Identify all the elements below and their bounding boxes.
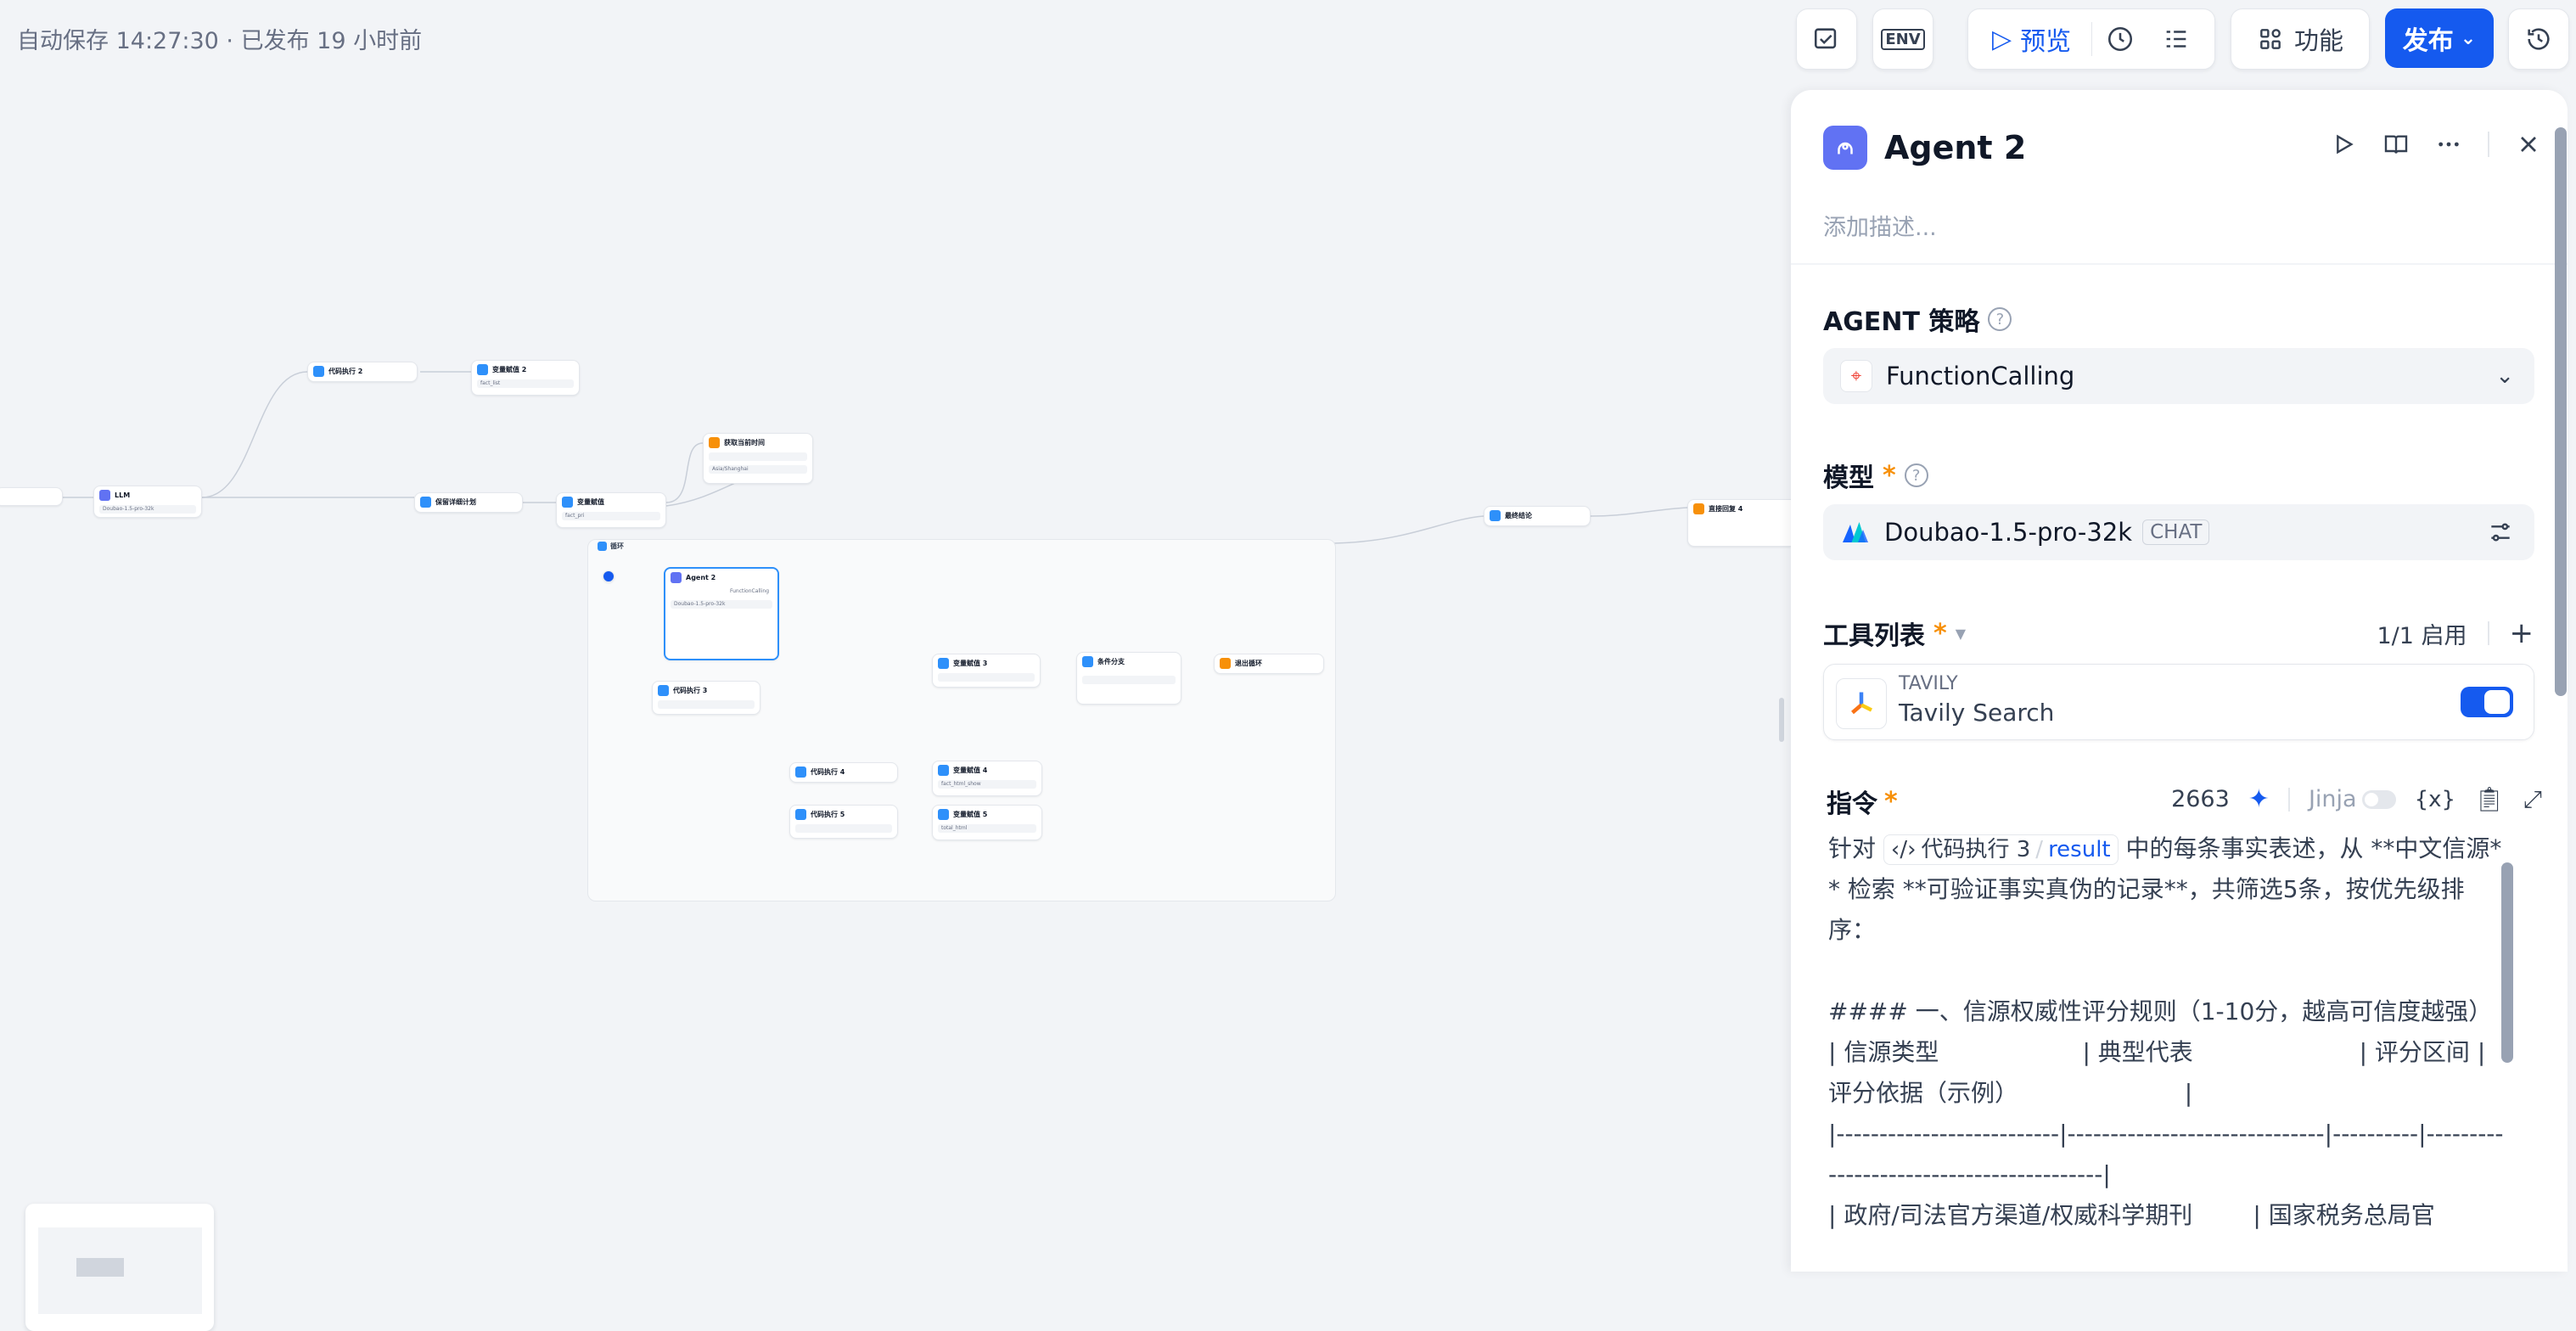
history-icon: [2528, 28, 2550, 50]
model-label: 模型 *?: [1823, 457, 1928, 494]
reply-icon: [1693, 503, 1704, 514]
code-node-5[interactable]: 代码执行 5: [789, 805, 898, 839]
current-time-node[interactable]: 获取当前时间 Asia/Shanghai: [703, 433, 813, 484]
add-tool-button[interactable]: +: [2510, 616, 2534, 650]
llm-icon: [99, 490, 110, 501]
tavily-logo-icon: [1836, 678, 1887, 729]
help-icon[interactable]: ?: [1988, 307, 2012, 331]
loop-label: 循环: [598, 542, 624, 551]
instruction-char-count: 2663: [2171, 786, 2230, 812]
assign-node-2[interactable]: 变量赋值 2 fact_list: [471, 360, 580, 396]
run-history-button[interactable]: [2092, 9, 2148, 69]
agent-2-node[interactable]: Agent 2 FunctionCalling Doubao-1.5-pro-3…: [664, 567, 779, 660]
env-icon: ENV: [1881, 28, 1925, 50]
code-icon: [420, 497, 431, 508]
clipboard-icon[interactable]: 📋︎: [2474, 785, 2505, 813]
help-icon[interactable]: ?: [1904, 463, 1928, 487]
detail-plan-node[interactable]: 保留详细计划: [414, 492, 523, 513]
variable-icon: [938, 658, 949, 669]
agent-icon: [1823, 126, 1867, 170]
code-node-2[interactable]: 代码执行 2: [307, 362, 418, 382]
exit-loop-node[interactable]: 退出循环: [1214, 654, 1324, 674]
assign-node-4[interactable]: 变量赋值 4 fact_html_show: [932, 761, 1042, 796]
checklist-list-button[interactable]: [2148, 9, 2204, 69]
workflow-canvas[interactable]: LLM Doubao-1.5-pro-32k 代码执行 2 变量赋值 2 fac…: [0, 76, 1791, 1331]
variable-icon: [477, 364, 488, 375]
clock-play-icon: [2108, 26, 2133, 52]
llm-node[interactable]: LLM Doubao-1.5-pro-32k: [93, 486, 202, 518]
env-button[interactable]: ENV: [1872, 8, 1933, 70]
play-icon: ▷: [1992, 24, 2012, 54]
doubao-logo-icon: [1843, 522, 1868, 542]
chevron-down-icon: ⌄: [2460, 27, 2477, 49]
variable-reference[interactable]: ‹/› 代码执行 3/result: [1883, 834, 2119, 865]
agent-icon: [671, 572, 682, 583]
panel-title[interactable]: Agent 2: [1884, 129, 2026, 166]
tool-icon: [709, 437, 720, 448]
more-icon[interactable]: [2435, 131, 2462, 158]
insert-variable-icon[interactable]: {x}: [2415, 787, 2455, 812]
model-select[interactable]: Doubao-1.5-pro-32k CHAT: [1823, 504, 2534, 560]
sparkle-icon[interactable]: ✦: [2248, 784, 2270, 814]
panel-scrollbar[interactable]: [2555, 127, 2567, 696]
function-calling-icon: ⌖: [1840, 360, 1872, 392]
run-node-icon[interactable]: [2330, 131, 2357, 158]
editor-scrollbar[interactable]: [2501, 862, 2513, 1063]
direct-reply-node-4[interactable]: 直接回复 4: [1687, 499, 1791, 547]
checklist-button[interactable]: [1796, 8, 1857, 70]
version-history-button[interactable]: [2508, 8, 2569, 70]
assign-node-3[interactable]: 变量赋值 3: [932, 654, 1041, 688]
checklist-icon: [1814, 28, 1837, 49]
model-mode-badge: CHAT: [2142, 519, 2210, 545]
start-node-fragment[interactable]: [0, 487, 63, 506]
description-input[interactable]: 添加描述...: [1823, 209, 1937, 242]
close-icon[interactable]: [2515, 131, 2542, 158]
caret-down-icon: ▼: [1955, 625, 1967, 642]
feature-button[interactable]: 功能: [2231, 8, 2370, 70]
chevron-down-icon: ⌄: [2495, 363, 2514, 389]
panel-resize-handle[interactable]: [1779, 698, 1784, 742]
assign-node-5[interactable]: 变量赋值 5 total_html: [932, 805, 1042, 840]
code-icon: ‹/›: [1890, 837, 1917, 862]
code-node-4[interactable]: 代码执行 4: [789, 762, 898, 783]
canvas-minimap[interactable]: [25, 1204, 214, 1331]
branch-icon: [1082, 656, 1093, 667]
code-icon: [658, 685, 669, 696]
variable-icon: [938, 765, 949, 776]
code-icon: [795, 809, 806, 820]
condition-node[interactable]: 条件分支: [1076, 652, 1181, 705]
tool-enable-toggle[interactable]: [2461, 687, 2513, 717]
strategy-label: AGENT 策略?: [1823, 300, 2012, 338]
code-icon: [313, 366, 324, 377]
variable-icon: [938, 809, 949, 820]
preview-group: ▷ 预览: [1967, 8, 2215, 70]
preview-button[interactable]: ▷ 预览: [1968, 9, 2091, 69]
code-icon: [1490, 510, 1501, 521]
autosave-status: 自动保存 14:27:30 · 已发布 19 小时前: [17, 28, 423, 54]
final-conclusion-node[interactable]: 最终结论: [1484, 506, 1591, 526]
node-config-panel: Agent 2 添加描述... AGENT 策略? ⌖ FunctionCall…: [1791, 90, 2568, 1272]
strategy-select[interactable]: ⌖ FunctionCalling ⌄: [1823, 348, 2534, 404]
assign-node[interactable]: 变量赋值 fact_pri: [556, 492, 666, 528]
instruction-editor[interactable]: 针对 ‹/› 代码执行 3/result 中的每条事实表述，从 **中文信源** …: [1828, 828, 2507, 1272]
publish-button[interactable]: 发布 ⌄: [2385, 8, 2494, 68]
tools-label: 工具列表 * ▼: [1823, 618, 1967, 652]
code-icon: [795, 767, 806, 778]
variable-icon: [562, 497, 573, 508]
expand-icon[interactable]: ⤢: [2523, 785, 2542, 814]
loop-start-node[interactable]: [603, 570, 615, 582]
tool-item-tavily[interactable]: TAVILY Tavily Search: [1823, 664, 2534, 740]
book-icon[interactable]: [2382, 131, 2410, 158]
exit-icon: [1220, 658, 1231, 669]
settings-sliders-icon[interactable]: [2487, 519, 2514, 546]
list-icon: [2166, 31, 2186, 48]
tools-enabled-count: 1/1 启用: [2377, 622, 2467, 649]
grid-icon: [2260, 29, 2281, 49]
jinja-toggle[interactable]: Jinja: [2309, 786, 2396, 812]
code-node-3[interactable]: 代码执行 3: [652, 681, 760, 715]
